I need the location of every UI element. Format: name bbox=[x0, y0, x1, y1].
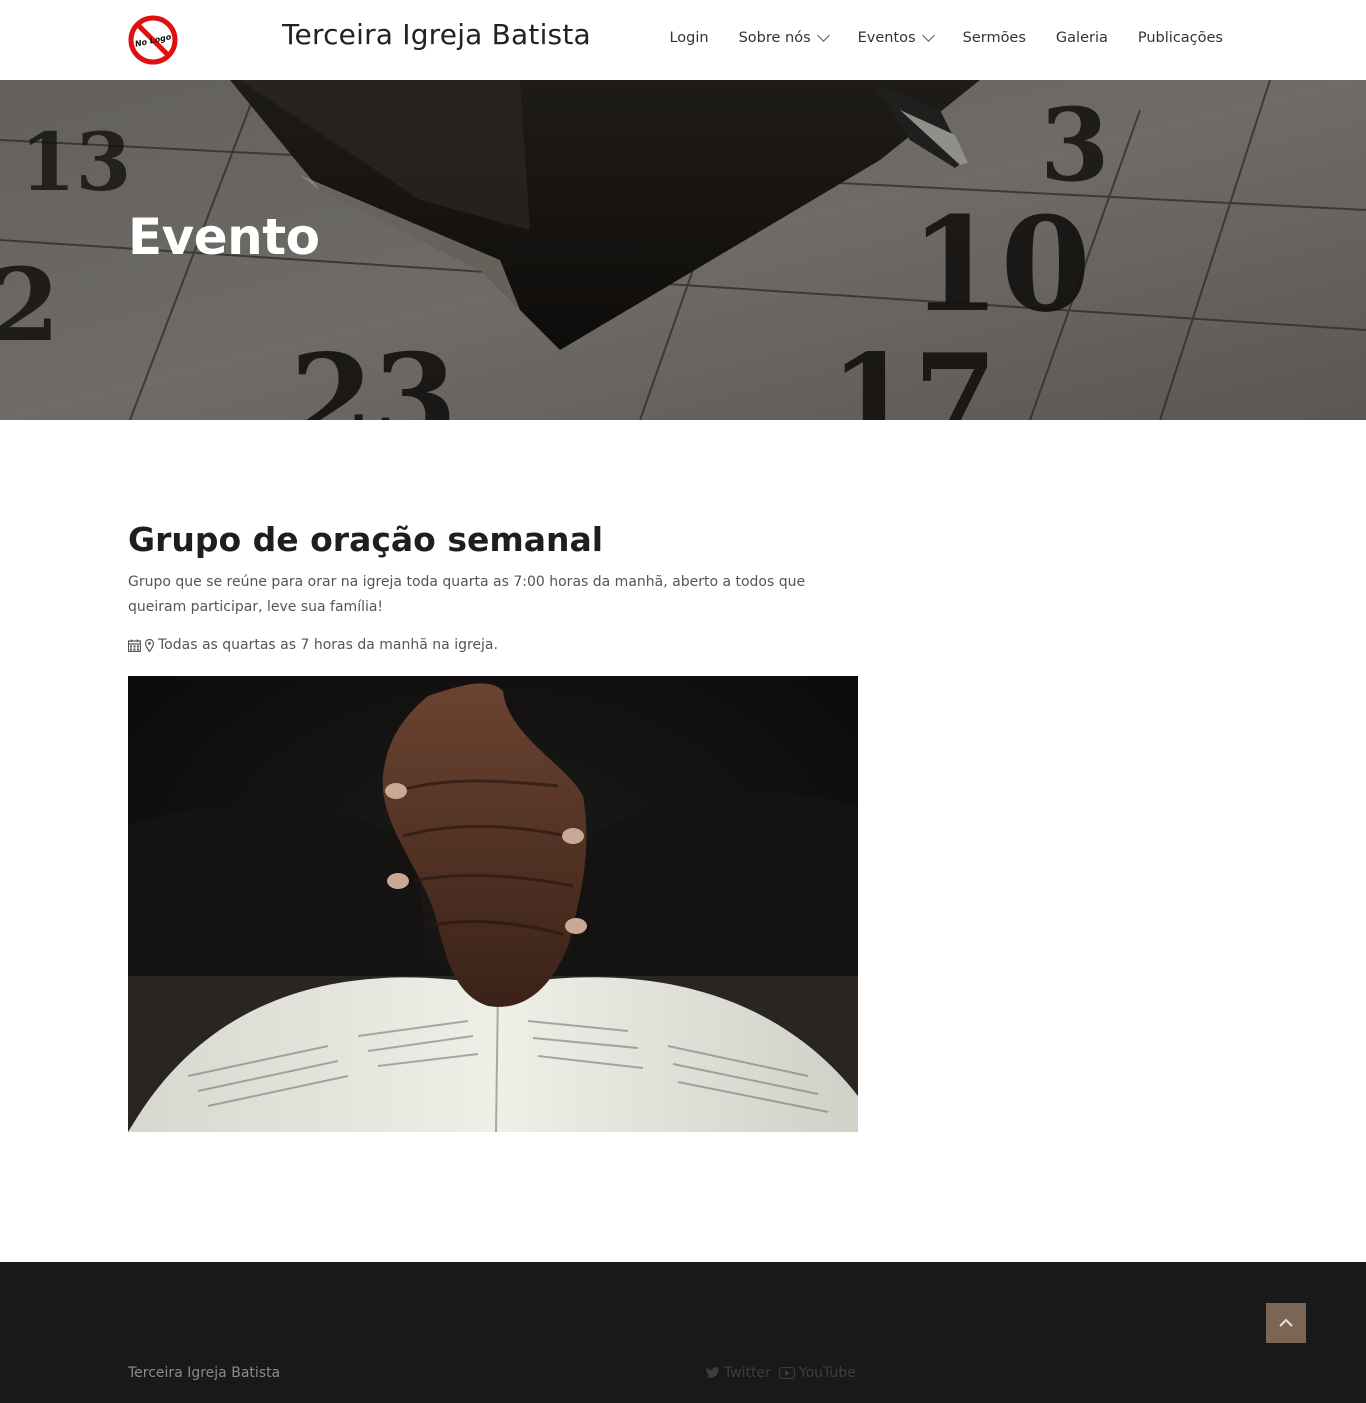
nav-galeria[interactable]: Galeria bbox=[1056, 30, 1108, 46]
footer-social-links: Twitter YouTube bbox=[706, 1365, 856, 1381]
nav-sobre-nos-label: Sobre nós bbox=[738, 30, 811, 46]
chevron-down-icon bbox=[816, 29, 830, 42]
praying-hands-bible-image bbox=[128, 676, 858, 1132]
nav-galeria-label: Galeria bbox=[1055, 30, 1108, 46]
site-logo[interactable]: No Logo bbox=[128, 15, 178, 65]
event-description: Grupo que se reúne para orar na igreja t… bbox=[128, 574, 806, 615]
footer-site-name: Terceira Igreja Batista bbox=[128, 1365, 281, 1381]
back-to-top-button[interactable] bbox=[1266, 1303, 1306, 1343]
page-hero: 13 2 23 10 3 17 Evento bbox=[0, 80, 1366, 420]
nav-publicacoes-label: Publicações bbox=[1137, 30, 1223, 46]
twitter-link[interactable]: Twitter bbox=[706, 1365, 771, 1381]
nav-publicacoes[interactable]: Publicações bbox=[1138, 30, 1223, 46]
event-image bbox=[128, 676, 858, 1132]
event-meta-text: Todas as quartas as 7 horas da manhã na … bbox=[158, 637, 498, 653]
chevron-down-icon bbox=[921, 29, 935, 42]
nav-sermoes-label: Sermões bbox=[962, 30, 1026, 46]
youtube-icon bbox=[778, 1367, 795, 1379]
site-header: No Logo Terceira Igreja Batista Login So… bbox=[0, 0, 1366, 80]
twitter-label: Twitter bbox=[724, 1365, 771, 1381]
site-footer: Terceira Igreja Batista Twitter YouTube bbox=[0, 1262, 1366, 1403]
site-title[interactable]: Terceira Igreja Batista bbox=[282, 18, 591, 51]
youtube-label: YouTube bbox=[798, 1365, 856, 1381]
nav-login-label: Login bbox=[669, 30, 709, 46]
map-marker-icon bbox=[145, 638, 154, 652]
main-nav: Login Sobre nós Eventos Sermões Galeria … bbox=[669, 29, 1223, 46]
event-meta: Todas as quartas as 7 horas da manhã na … bbox=[128, 637, 498, 653]
event-title: Grupo de oração semanal bbox=[128, 520, 604, 559]
twitter-icon bbox=[706, 1367, 720, 1378]
nav-eventos-label: Eventos bbox=[857, 30, 916, 46]
youtube-link[interactable]: YouTube bbox=[778, 1365, 856, 1381]
page-title: Evento bbox=[128, 208, 320, 266]
nav-sermoes[interactable]: Sermões bbox=[963, 30, 1026, 46]
nav-login[interactable]: Login bbox=[669, 30, 708, 46]
nav-sobre-nos[interactable]: Sobre nós bbox=[738, 29, 830, 46]
chevron-up-icon bbox=[1279, 1318, 1293, 1327]
calendar-icon bbox=[128, 639, 141, 652]
nav-eventos[interactable]: Eventos bbox=[857, 29, 935, 46]
no-logo-icon: No Logo bbox=[128, 15, 178, 65]
